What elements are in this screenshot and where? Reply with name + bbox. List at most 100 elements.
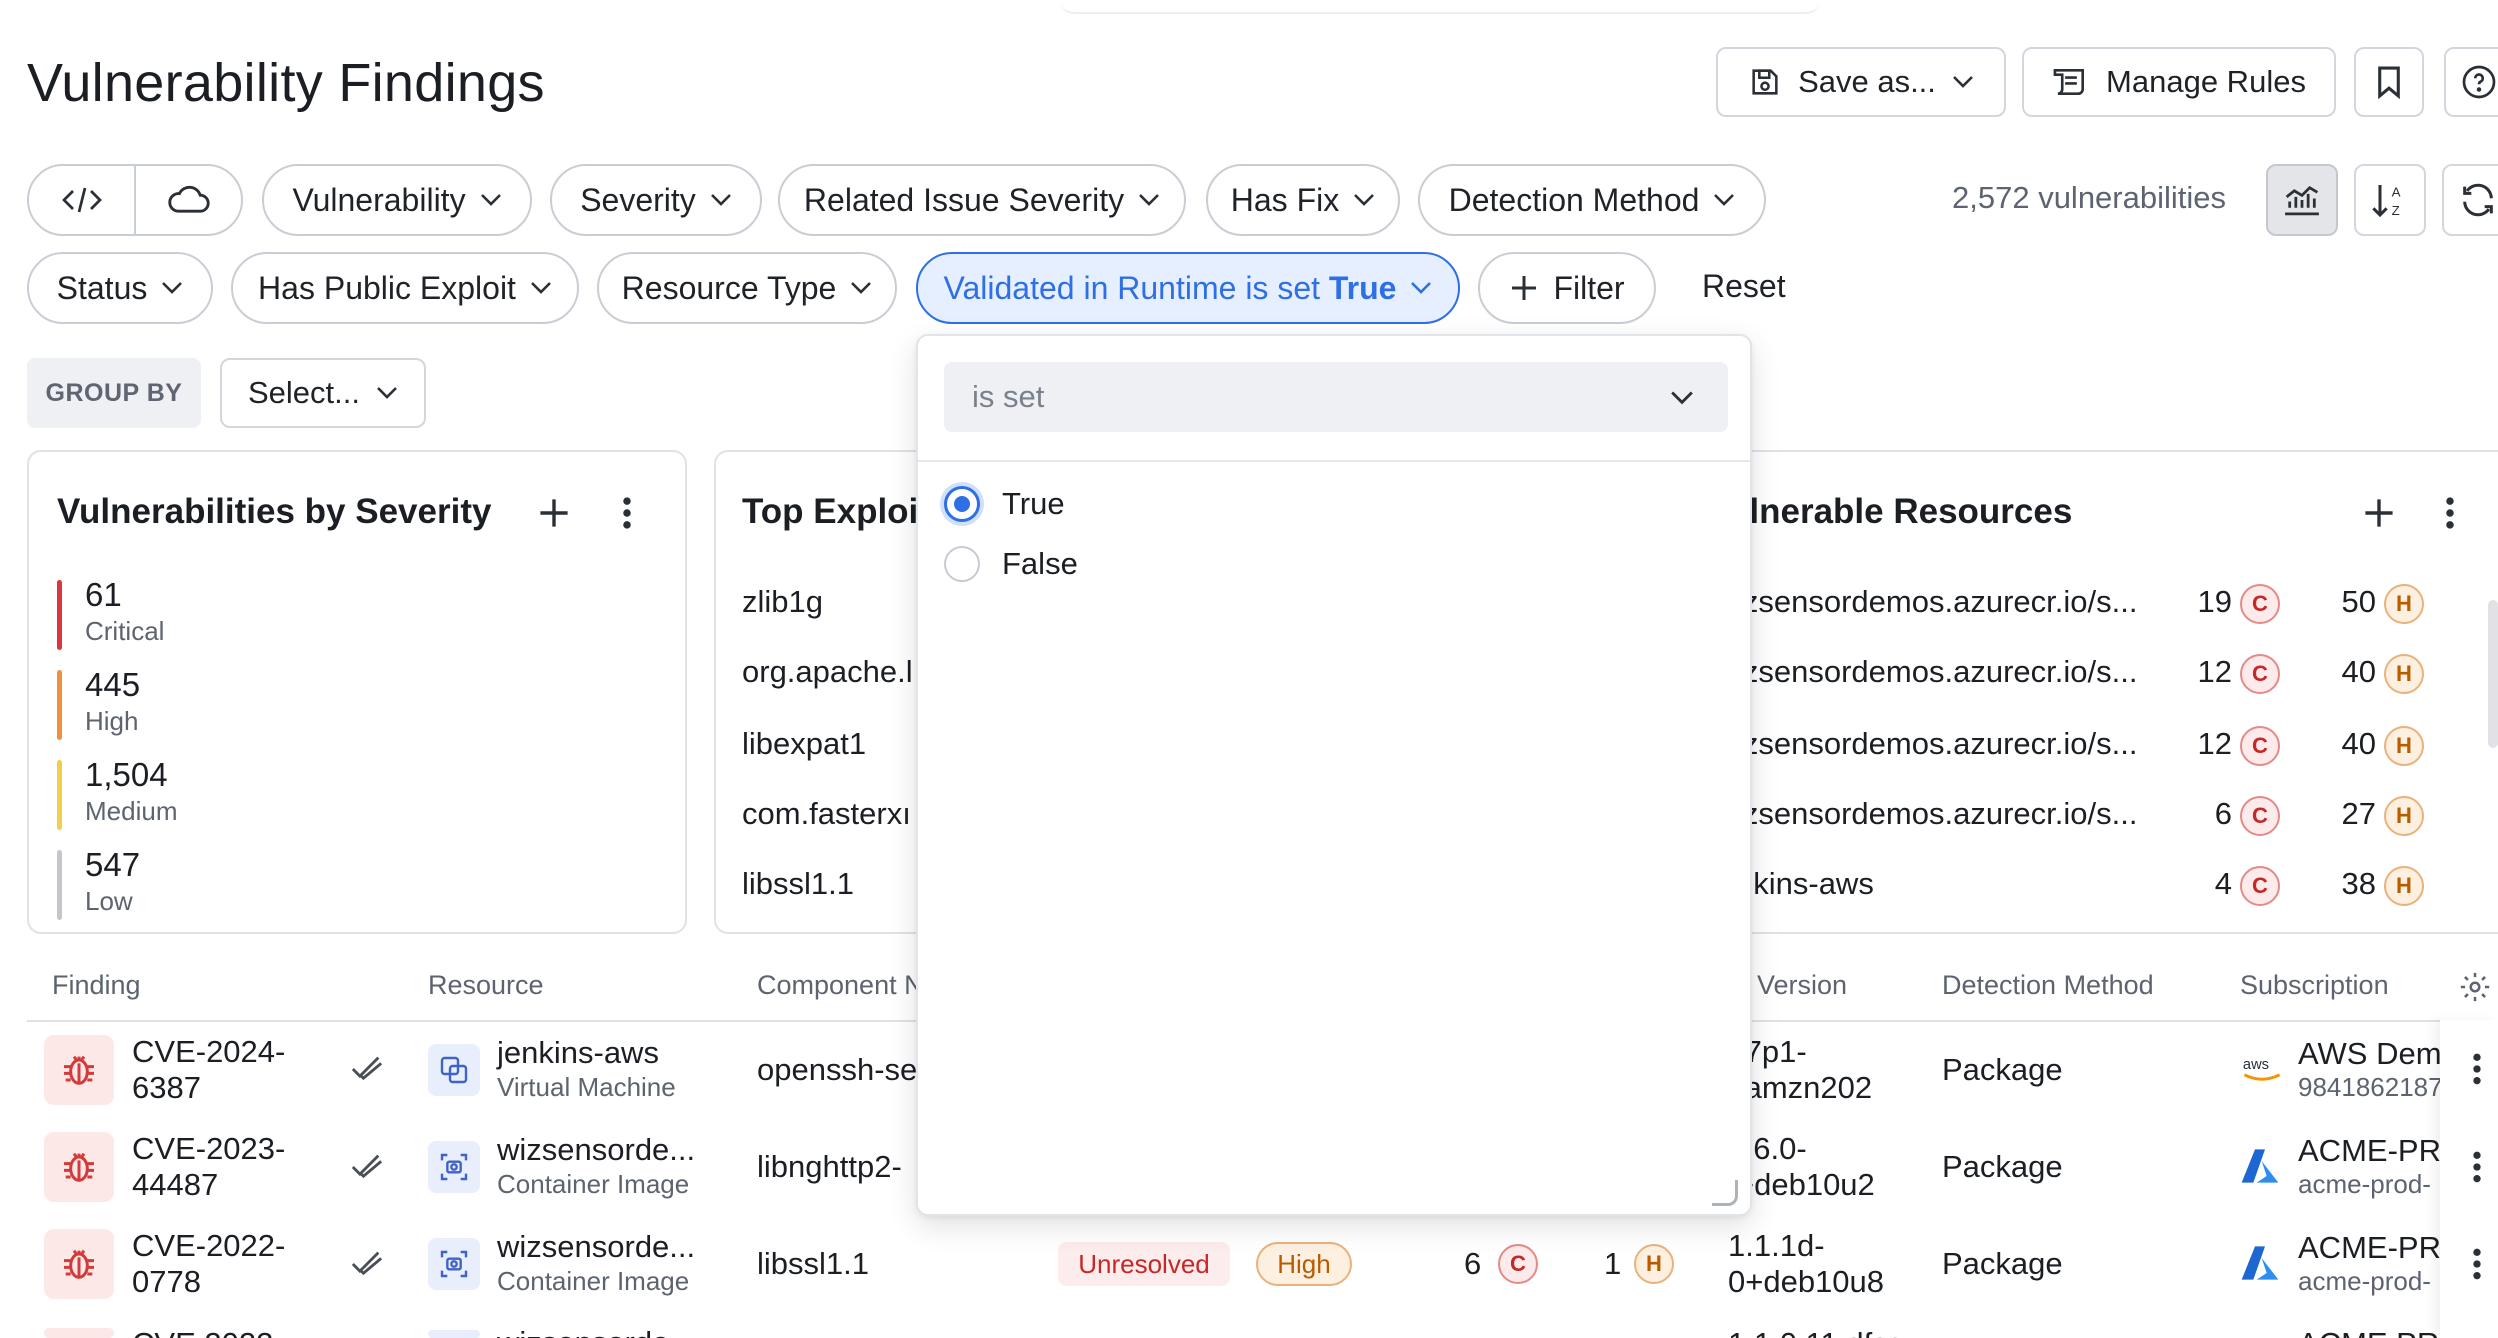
filter-vulnerability[interactable]: Vulnerability [262,164,532,236]
severity-label: Critical [85,616,165,646]
resource-name[interactable]: jenkins-aws [497,1036,659,1070]
radio-unselected[interactable] [944,546,980,582]
column-settings-icon[interactable] [2458,970,2492,1004]
group-by-select[interactable]: Select... [220,358,426,428]
column-finding[interactable]: Finding [52,970,141,1001]
package-item[interactable]: org.apache.l [742,654,913,690]
chart-toggle-button[interactable] [2266,164,2338,236]
filter-label: Has Fix [1230,181,1340,218]
save-as-button[interactable]: Save as... [1716,47,2006,117]
reset-button[interactable]: Reset [1702,268,1786,305]
high-count: 1 [1604,1246,1622,1281]
filter-related-issue-severity[interactable]: Related Issue Severity [778,164,1186,236]
cloud-toggle[interactable] [136,166,241,234]
add-widget-icon[interactable] [537,496,571,530]
save-icon [1752,69,1778,95]
filter-label: Status [56,269,148,306]
chevron-down-icon [480,194,501,206]
package-item[interactable]: libssl1.1 [742,866,854,902]
add-widget-icon[interactable] [2362,496,2396,530]
filter-severity[interactable]: Severity [550,164,762,236]
filter-has-public-exploit[interactable]: Has Public Exploit [231,252,579,324]
row-menu-icon[interactable] [2472,1247,2482,1281]
detection-method: Package [1942,1052,2063,1087]
column-subscription[interactable]: Subscription [2240,970,2389,1001]
fix-version: 36.0- +deb10u2 [1736,1131,1875,1203]
resource-type: Container Image [497,1169,690,1199]
chevron-down-icon [851,282,872,294]
component-name: libssl1.1 [757,1246,869,1281]
subscription-id: 9841862187 [2298,1072,2443,1102]
resource-name[interactable]: wizsensorde... [497,1133,695,1167]
resource-type-icon [428,1044,480,1096]
severity-bar [57,850,62,920]
add-filter-label: Filter [1553,269,1625,306]
cve-id[interactable]: CVE-2023- 44487 [132,1131,285,1203]
subscription-name[interactable]: ACME-PR [2298,1230,2441,1266]
package-item[interactable]: libexpat1 [742,726,866,762]
more-options-icon[interactable] [2444,496,2456,530]
chevron-down-icon [1953,76,1973,88]
subscription-name[interactable]: ACME PR [2298,1326,2439,1338]
manage-rules-label: Manage Rules [2106,64,2306,99]
column-component[interactable]: Component N [757,970,924,1001]
package-item[interactable]: com.fasterxı [742,796,911,832]
vulnerability-icon [44,1035,114,1105]
cards-scrollbar[interactable] [2488,600,2498,748]
group-by-label: GROUP BY [27,358,201,428]
help-button[interactable] [2444,47,2498,117]
row-actions-column [2440,1020,2498,1338]
cve-id[interactable]: CVE-2022- 0778 [132,1228,285,1300]
resource-item[interactable]: nkins-aws [1736,866,1874,902]
option-label: False [1002,546,1078,581]
resize-handle[interactable] [1712,1180,1738,1206]
more-options-icon[interactable] [621,496,633,530]
subscription-name[interactable]: ACME-PR [2298,1133,2441,1169]
azure-icon [2241,1149,2279,1183]
code-toggle[interactable] [29,166,136,234]
resource-item[interactable]: izsensordemos.azurecr.io/s... [1736,796,2137,832]
resource-item[interactable]: izsensordemos.azurecr.io/s... [1736,654,2137,690]
severity-label: Low [85,886,133,916]
subscription-name[interactable]: AWS Demo [2298,1036,2459,1072]
option-false[interactable]: False [944,546,1078,582]
operator-value: is set [972,379,1045,414]
row-menu-icon[interactable] [2472,1052,2482,1086]
row-menu-icon[interactable] [2472,1150,2482,1184]
filter-label: Detection Method [1448,181,1700,218]
add-filter-button[interactable]: Filter [1478,252,1656,324]
filter-resource-type[interactable]: Resource Type [597,252,897,324]
high-badge: H [2384,584,2424,624]
resource-item[interactable]: izsensordemos.azurecr.io/s... [1736,584,2137,620]
severity-card-title: Vulnerabilities by Severity [57,492,492,531]
option-true[interactable]: True [944,486,1065,522]
filter-has-fix[interactable]: Has Fix [1206,164,1400,236]
resource-type-icon [428,1330,480,1338]
column-resource[interactable]: Resource [428,970,544,1001]
sort-button[interactable]: AZ [2354,164,2426,236]
resource-name[interactable]: wizsensorde... [497,1230,695,1264]
operator-select[interactable]: is set [944,362,1728,432]
cve-id[interactable]: CVE-2024- 6387 [132,1034,285,1106]
refresh-button[interactable] [2442,164,2498,236]
critical-badge: C [2240,726,2280,766]
package-item[interactable]: zlib1g [742,584,823,620]
filter-detection-method[interactable]: Detection Method [1418,164,1766,236]
bookmark-button[interactable] [2354,47,2424,117]
manage-rules-button[interactable]: Manage Rules [2022,47,2336,117]
svg-text:Z: Z [2392,203,2400,218]
source-toggle[interactable] [27,164,243,236]
column-fix-version[interactable]: x Version [1736,970,1847,1001]
resource-item[interactable]: izsensordemos.azurecr.io/s... [1736,726,2137,762]
detection-method: Package [1942,1149,2063,1184]
column-detection-method[interactable]: Detection Method [1942,970,2154,1001]
vulnerability-count: 2,572 vulnerabilities [1952,180,2227,215]
filter-status[interactable]: Status [27,252,213,324]
bug-icon [64,1249,94,1279]
filter-validated-in-runtime[interactable]: Validated in Runtime is set True [916,252,1460,324]
resource-name[interactable]: wizsensorde [497,1326,669,1338]
chevron-down-icon [1411,282,1432,294]
radio-selected[interactable] [944,486,980,522]
cve-id[interactable]: CVE 2022 [132,1326,273,1338]
component-name: openssh-se [757,1052,918,1087]
